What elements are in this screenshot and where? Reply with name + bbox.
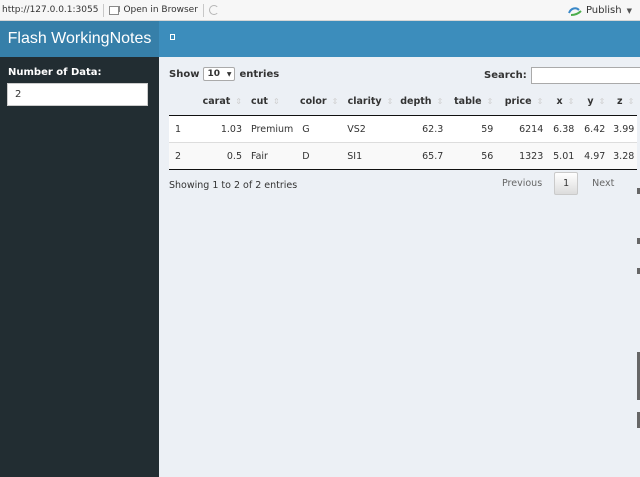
sort-icon: ⇕ <box>486 97 494 106</box>
open-in-browser-label: Open in Browser <box>123 5 198 15</box>
column-header-color[interactable]: color ⇕ <box>296 88 342 116</box>
cell-color: G <box>296 115 342 143</box>
url-text: http://127.0.0.1:3055 <box>2 5 99 15</box>
chevron-down-icon: ▼ <box>226 70 232 78</box>
entries-label: entries <box>239 68 280 80</box>
sort-icon: ⇕ <box>272 97 280 106</box>
toolbar-divider <box>202 3 204 17</box>
cell-index: 1 <box>169 115 200 143</box>
data-table: carat ⇕ cut ⇕ color ⇕ clarity ⇕ depth ⇕ table… <box>169 88 638 170</box>
sidebar: Number of Data: 2 <box>0 57 159 477</box>
open-in-browser-button[interactable]: Open in Browser <box>109 5 198 15</box>
sort-icon: ⇕ <box>386 97 394 106</box>
cell-price: 1323 <box>496 142 547 170</box>
cell-color: D <box>296 142 342 170</box>
external-link-icon <box>109 5 121 15</box>
column-header-table[interactable]: table ⇕ <box>446 88 497 116</box>
sort-icon: ⇕ <box>567 97 575 106</box>
column-header-carat[interactable]: carat ⇕ <box>200 88 245 116</box>
cell-table: 59 <box>446 115 497 143</box>
table-row[interactable]: 2 0.5 Fair D SI1 65.7 56 1323 5.01 4.97 … <box>169 142 638 170</box>
toolbar-divider <box>103 3 105 17</box>
number-of-data-label: Number of Data: <box>8 67 102 78</box>
show-label: Show <box>169 68 200 80</box>
cell-clarity: SI1 <box>341 142 397 170</box>
viewer-toolbar: http://127.0.0.1:3055 Open in Browser Pu… <box>0 0 640 21</box>
publish-button[interactable]: Publish ▼ <box>568 0 632 21</box>
column-header-z[interactable]: z ⇕ <box>608 88 638 116</box>
cell-carat: 1.03 <box>200 115 245 143</box>
page-length-select[interactable]: 10 ▼ <box>203 67 236 81</box>
cell-price: 6214 <box>496 115 547 143</box>
cell-z: 3.28 <box>608 142 638 170</box>
sort-icon: ⇕ <box>627 97 635 106</box>
cell-table: 56 <box>446 142 497 170</box>
sort-icon: ⇕ <box>235 97 242 106</box>
search-input[interactable] <box>530 67 640 84</box>
column-header-clarity[interactable]: clarity ⇕ <box>341 88 397 116</box>
sort-icon: ⇕ <box>331 97 339 106</box>
sort-icon: ⇕ <box>436 97 444 106</box>
length-control: Show 10 ▼ entries <box>169 67 279 81</box>
table-row[interactable]: 1 1.03 Premium G VS2 62.3 59 6214 6.38 6… <box>169 115 638 143</box>
column-header-x[interactable]: x ⇕ <box>546 88 578 116</box>
cell-carat: 0.5 <box>200 142 245 170</box>
cell-x: 5.01 <box>546 142 578 170</box>
search-control: Search: <box>484 67 640 84</box>
sidebar-toggle-icon[interactable] <box>170 34 175 40</box>
column-header-y[interactable]: y ⇕ <box>577 88 609 116</box>
column-header-index[interactable] <box>169 88 200 116</box>
publish-label: Publish <box>585 5 622 16</box>
main-content: Show 10 ▼ entries Search: carat ⇕ cut ⇕ co… <box>159 57 640 477</box>
next-page-button[interactable]: Next <box>592 178 614 189</box>
page-1-button[interactable]: 1 <box>554 172 579 195</box>
sort-icon: ⇕ <box>598 97 606 106</box>
number-of-data-input[interactable]: 2 <box>7 83 148 106</box>
previous-page-button[interactable]: Previous <box>502 178 542 189</box>
sort-icon: ⇕ <box>536 97 544 106</box>
cell-index: 2 <box>169 142 200 170</box>
column-header-price[interactable]: price ⇕ <box>496 88 547 116</box>
top-navbar <box>159 21 640 57</box>
table-info: Showing 1 to 2 of 2 entries <box>169 180 298 191</box>
cell-cut: Fair <box>245 142 297 170</box>
page-length-value: 10 <box>207 69 220 79</box>
cell-z: 3.99 <box>608 115 638 143</box>
cell-y: 4.97 <box>577 142 609 170</box>
pagination: Previous 1 Next <box>502 172 614 195</box>
search-label: Search: <box>484 70 527 81</box>
app-title: Flash WorkingNotes <box>0 21 159 57</box>
column-header-cut[interactable]: cut ⇕ <box>245 88 297 116</box>
cell-x: 6.38 <box>546 115 578 143</box>
cell-cut: Premium <box>245 115 297 143</box>
chevron-down-icon: ▼ <box>626 6 632 15</box>
refresh-icon[interactable] <box>208 5 219 15</box>
column-header-depth[interactable]: depth ⇕ <box>396 88 447 116</box>
cell-y: 6.42 <box>577 115 609 143</box>
cell-clarity: VS2 <box>341 115 397 143</box>
cell-depth: 65.7 <box>396 142 447 170</box>
table-header-row: carat ⇕ cut ⇕ color ⇕ clarity ⇕ depth ⇕ table… <box>169 88 638 116</box>
cell-depth: 62.3 <box>396 115 447 143</box>
publish-icon <box>568 6 582 16</box>
